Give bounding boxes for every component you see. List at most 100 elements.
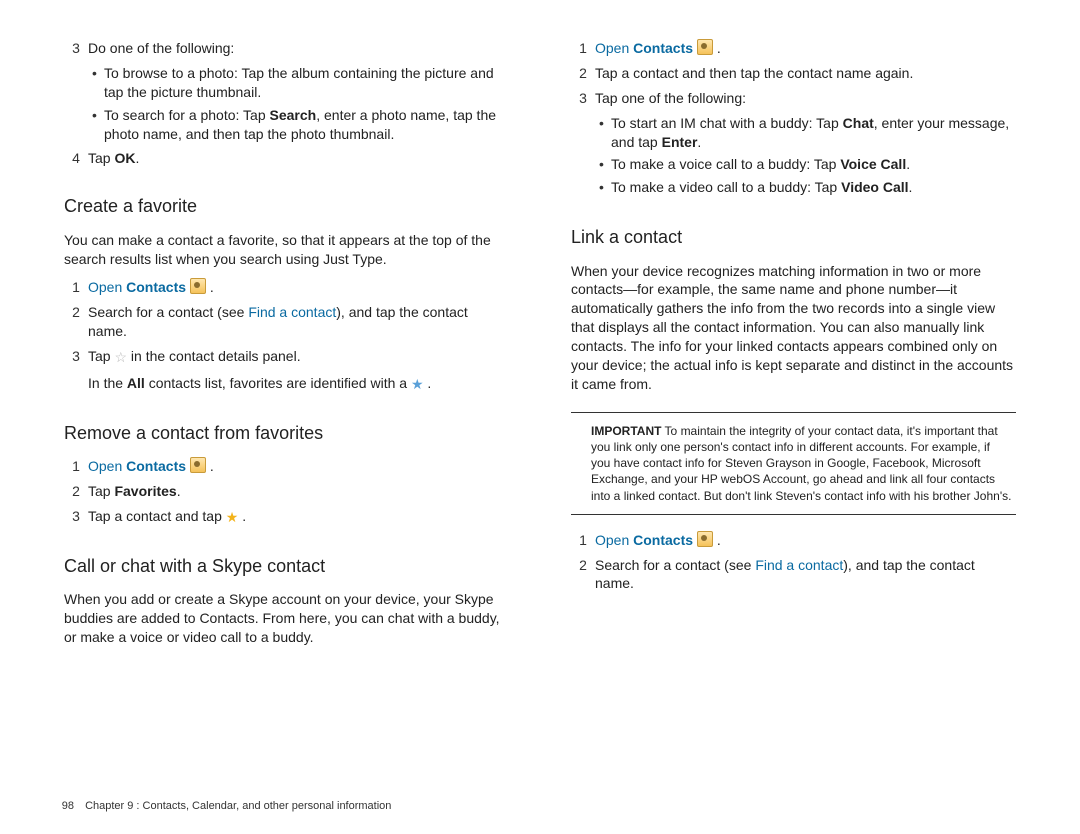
text-run: contacts list, favorites are identified … <box>145 375 411 391</box>
section-heading-create-favorite: Create a favorite <box>64 194 509 218</box>
find-a-contact-link[interactable]: Find a contact <box>248 304 336 320</box>
step-text: Search for a contact (see Find a contact… <box>88 303 509 341</box>
step-item: 2 Tap Favorites. <box>64 482 509 501</box>
text-run: . <box>135 150 139 166</box>
open-link[interactable]: Open <box>88 458 126 474</box>
two-column-layout: 3 Do one of the following: To browse to … <box>64 33 1016 773</box>
text-run: . <box>713 532 721 548</box>
bullet-dot-icon <box>599 155 611 174</box>
step-item: 4 Tap OK. <box>64 149 509 168</box>
text-run: Tap <box>88 483 114 499</box>
paragraph: You can make a contact a favorite, so th… <box>64 231 509 269</box>
step-number: 4 <box>64 149 88 168</box>
step-text: Open Contacts . <box>88 278 509 297</box>
bullet-dot-icon <box>92 64 104 83</box>
bullet-text: To make a voice call to a buddy: Tap Voi… <box>611 155 1016 174</box>
bold-text: Video Call <box>841 179 908 195</box>
step-text: Open Contacts . <box>88 457 509 476</box>
text-run: . <box>238 508 246 524</box>
contacts-app-icon <box>697 39 713 55</box>
section-heading-remove-favorite: Remove a contact from favorites <box>64 421 509 445</box>
step-item: 1 Open Contacts . <box>571 39 1016 58</box>
step-number: 3 <box>64 347 88 366</box>
text-run: . <box>906 156 910 172</box>
contacts-app-icon <box>190 457 206 473</box>
bold-text: Chat <box>843 115 874 131</box>
step-text: Tap ☆ in the contact details panel. <box>88 347 509 366</box>
page-footer: 98 Chapter 9 : Contacts, Calendar, and o… <box>50 800 391 812</box>
bullet-text: To start an IM chat with a buddy: Tap Ch… <box>611 114 1016 152</box>
open-link[interactable]: Open <box>595 40 633 56</box>
bullet-list: To start an IM chat with a buddy: Tap Ch… <box>571 114 1016 198</box>
step-item: 3 Tap one of the following: <box>571 89 1016 108</box>
bullet-text: To search for a photo: Tap Search, enter… <box>104 106 509 144</box>
step-text: Tap a contact and tap ★ . <box>88 507 509 526</box>
step-text: Tap one of the following: <box>595 89 1016 108</box>
step-text: Tap Favorites. <box>88 482 509 501</box>
step-number: 1 <box>571 531 595 550</box>
step-number: 1 <box>571 39 595 58</box>
footer-chapter: Chapter 9 : Contacts, Calendar, and othe… <box>85 800 391 812</box>
open-link[interactable]: Open <box>595 532 633 548</box>
step-item: 1 Open Contacts . <box>64 278 509 297</box>
bold-text: Voice Call <box>840 156 906 172</box>
step-number: 1 <box>64 457 88 476</box>
step-note: In the All contacts list, favorites are … <box>64 374 509 393</box>
step-number: 3 <box>64 507 88 526</box>
bold-text: Enter <box>662 134 698 150</box>
bullet-item: To make a video call to a buddy: Tap Vid… <box>599 178 1016 197</box>
star-yellow-icon: ★ <box>226 510 239 524</box>
step-item: 2 Search for a contact (see Find a conta… <box>64 303 509 341</box>
open-link[interactable]: Open <box>88 279 126 295</box>
step-item: 2 Tap a contact and then tap the contact… <box>571 64 1016 83</box>
bold-text: Favorites <box>114 483 176 499</box>
right-column: 1 Open Contacts . 2 Tap a contact and th… <box>571 33 1016 773</box>
left-column: 3 Do one of the following: To browse to … <box>64 33 509 773</box>
step-item: 2 Search for a contact (see Find a conta… <box>571 556 1016 594</box>
text-run: . <box>206 279 214 295</box>
step-number: 1 <box>64 278 88 297</box>
step-item: 1 Open Contacts . <box>571 531 1016 550</box>
contacts-link[interactable]: Contacts <box>633 532 693 548</box>
paragraph: When you add or create a Skype account o… <box>64 590 509 647</box>
bullet-dot-icon <box>599 114 611 133</box>
step-text: Do one of the following: <box>88 39 509 58</box>
paragraph: When your device recognizes matching inf… <box>571 262 1016 394</box>
star-blue-icon: ★ <box>411 377 424 391</box>
step-number: 2 <box>571 556 595 575</box>
step-number: 2 <box>64 303 88 322</box>
step-text: Tap OK. <box>88 149 509 168</box>
page: 3 Do one of the following: To browse to … <box>0 0 1080 834</box>
contacts-link[interactable]: Contacts <box>126 279 186 295</box>
bullet-text: To make a video call to a buddy: Tap Vid… <box>611 178 1016 197</box>
step-number: 3 <box>64 39 88 58</box>
bullet-item: To make a voice call to a buddy: Tap Voi… <box>599 155 1016 174</box>
bullet-text: To browse to a photo: Tap the album cont… <box>104 64 509 102</box>
text-run: To make a voice call to a buddy: Tap <box>611 156 840 172</box>
text-run: To start an IM chat with a buddy: Tap <box>611 115 843 131</box>
text-run: . <box>206 458 214 474</box>
step-text: Search for a contact (see Find a contact… <box>595 556 1016 594</box>
page-number: 98 <box>50 800 74 812</box>
text-run: . <box>177 483 181 499</box>
bullet-item: To search for a photo: Tap Search, enter… <box>92 106 509 144</box>
section-heading-skype: Call or chat with a Skype contact <box>64 554 509 578</box>
step-number: 2 <box>571 64 595 83</box>
step-item: 1 Open Contacts . <box>64 457 509 476</box>
text-run: Tap <box>88 150 114 166</box>
contacts-link[interactable]: Contacts <box>633 40 693 56</box>
step-item: 3 Tap ☆ in the contact details panel. <box>64 347 509 366</box>
contacts-link[interactable]: Contacts <box>126 458 186 474</box>
step-text: Tap a contact and then tap the contact n… <box>595 64 1016 83</box>
text-run: In the <box>88 375 127 391</box>
text-run: . <box>697 134 701 150</box>
text-run: To search for a photo: Tap <box>104 107 270 123</box>
text-run: . <box>713 40 721 56</box>
bold-text: Search <box>270 107 317 123</box>
text-run: Tap <box>88 348 114 364</box>
bullet-item: To start an IM chat with a buddy: Tap Ch… <box>599 114 1016 152</box>
bold-text: OK <box>114 150 135 166</box>
step-item: 3 Do one of the following: <box>64 39 509 58</box>
step-text: Open Contacts . <box>595 531 1016 550</box>
find-a-contact-link[interactable]: Find a contact <box>755 557 843 573</box>
